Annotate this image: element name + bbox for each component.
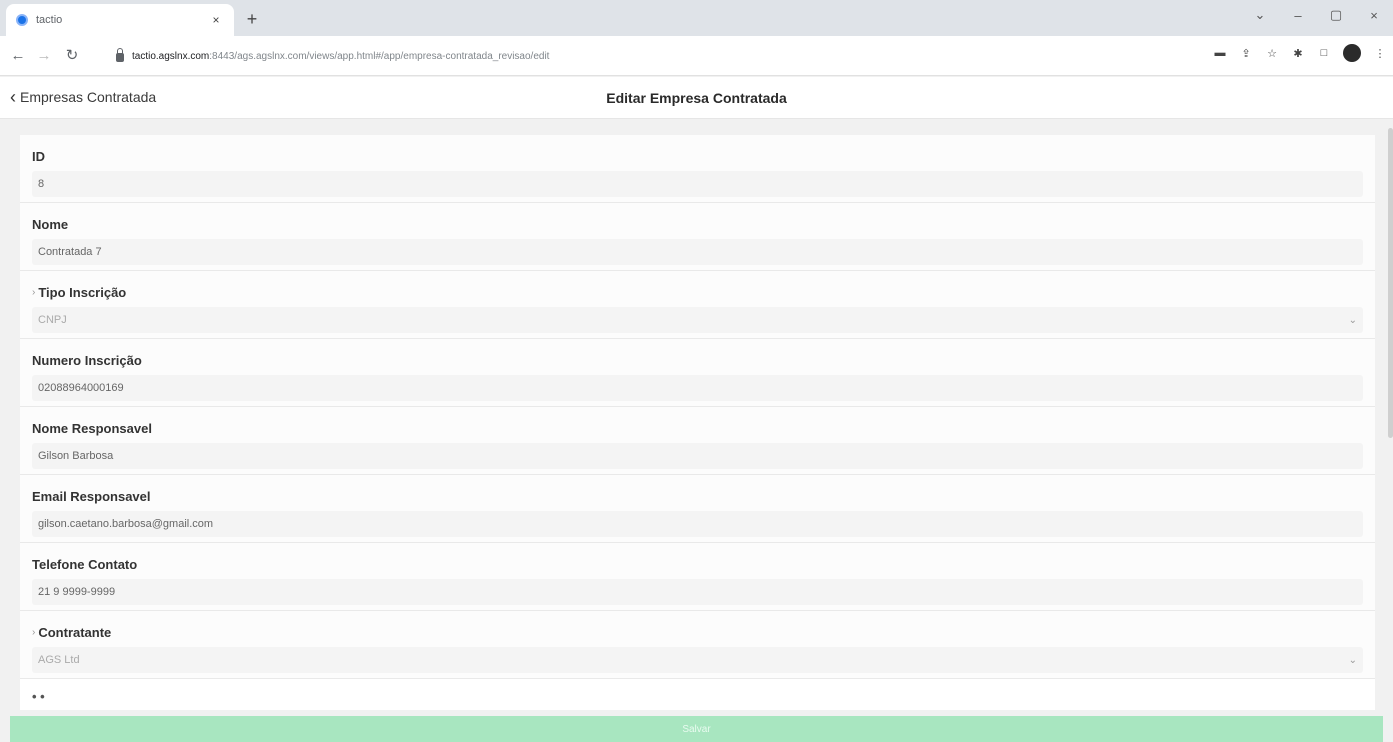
forward-arrow-icon[interactable]: → [34,46,54,66]
field-label: Email Responsavel [32,488,151,504]
field-label: Nome [32,216,69,232]
email-responsavel-input[interactable]: gilson.caetano.barbosa@gmail.com [32,511,1363,537]
field-label: Tipo Inscrição [38,284,127,300]
collapse-marker-icon: › [32,286,36,298]
contratante-select[interactable]: AGS Ltd ⌄ [32,647,1363,673]
close-window-button[interactable]: × [1355,0,1393,30]
lock-icon [116,48,124,62]
side-panel-icon[interactable]: □ [1317,46,1331,60]
app-header: ‹ Empresas Contratada Editar Empresa Con… [0,77,1393,119]
extensions-puzzle-icon[interactable]: ✱ [1291,46,1305,60]
bookmark-star-icon[interactable]: ☆ [1265,46,1279,60]
share-icon[interactable]: ⇪ [1239,46,1253,60]
telefone-contato-input[interactable]: 21 9 9999-9999 [32,579,1363,605]
field-label: Numero Inscrição [32,352,142,368]
browser-tab[interactable]: tactio × [6,4,234,36]
address-bar[interactable]: tactio.agslnx.com :8443/ags.agslnx.com/v… [108,42,1168,70]
chevron-down-icon: ⌄ [1348,654,1357,666]
numero-inscricao-input[interactable]: 02088964000169 [32,375,1363,401]
field-label: ID [32,148,45,164]
field-numero-inscricao: Numero Inscrição 02088964000169 [20,339,1375,407]
field-telefone-contato: Telefone Contato 21 9 9999-9999 [20,543,1375,611]
tab-close-icon[interactable]: × [208,13,224,27]
field-id: ID 8 [20,135,1375,203]
extension-icons: ▬ ⇪ ☆ ✱ □ ⋮ [1213,44,1387,62]
tipo-inscricao-select[interactable]: CNPJ ⌄ [32,307,1363,333]
minimize-button[interactable]: – [1279,0,1317,30]
back-arrow-icon[interactable]: ← [8,46,28,66]
field-tipo-inscricao: › Tipo Inscrição CNPJ ⌄ [20,271,1375,339]
field-label: Nome Responsavel [32,420,152,436]
select-value: AGS Ltd [38,654,80,666]
new-tab-button[interactable]: + [240,8,264,30]
field-label-wrap: › Contratante [32,621,1363,643]
browser-toolbar: ← → ↻ tactio.agslnx.com :8443/ags.agslnx… [0,36,1393,76]
field-nome: Nome Contratada 7 [20,203,1375,271]
field-label-wrap: › Tipo Inscrição [32,281,1363,303]
chevron-down-icon: ⌄ [1348,314,1357,326]
profile-avatar[interactable] [1343,44,1361,62]
tab-favicon-icon [16,14,28,26]
page-title: Editar Empresa Contratada [606,90,787,106]
reload-icon[interactable]: ↻ [62,46,82,66]
edit-form: ID 8 Nome Contratada 7 › Tipo Inscrição … [20,135,1375,710]
select-value: CNPJ [38,314,67,326]
nome-input[interactable]: Contratada 7 [32,239,1363,265]
scrollbar-thumb[interactable] [1388,128,1393,438]
tab-title: tactio [36,14,63,26]
field-contratante: › Contratante AGS Ltd ⌄ [20,611,1375,679]
window-controls: ⌄ – ▢ × [1241,0,1393,30]
field-label: Contratante [38,624,112,640]
url-host: tactio.agslnx.com [132,50,210,62]
cast-icon[interactable]: ▬ [1213,46,1227,60]
field-email-responsavel: Email Responsavel gilson.caetano.barbosa… [20,475,1375,543]
id-input[interactable]: 8 [32,171,1363,197]
maximize-button[interactable]: ▢ [1317,0,1355,30]
field-nome-responsavel: Nome Responsavel Gilson Barbosa [20,407,1375,475]
nome-responsavel-input[interactable]: Gilson Barbosa [32,443,1363,469]
url-path: :8443/ags.agslnx.com/views/app.html#/app… [209,50,550,62]
next-field-partial: • • [32,689,45,704]
field-label: Telefone Contato [32,556,138,572]
save-button[interactable]: Salvar [10,716,1383,742]
tab-search-icon[interactable]: ⌄ [1241,0,1279,30]
browser-menu-icon[interactable]: ⋮ [1373,46,1387,60]
browser-tab-bar: tactio × + ⌄ – ▢ × [0,0,1393,36]
collapse-marker-icon: › [32,626,36,638]
